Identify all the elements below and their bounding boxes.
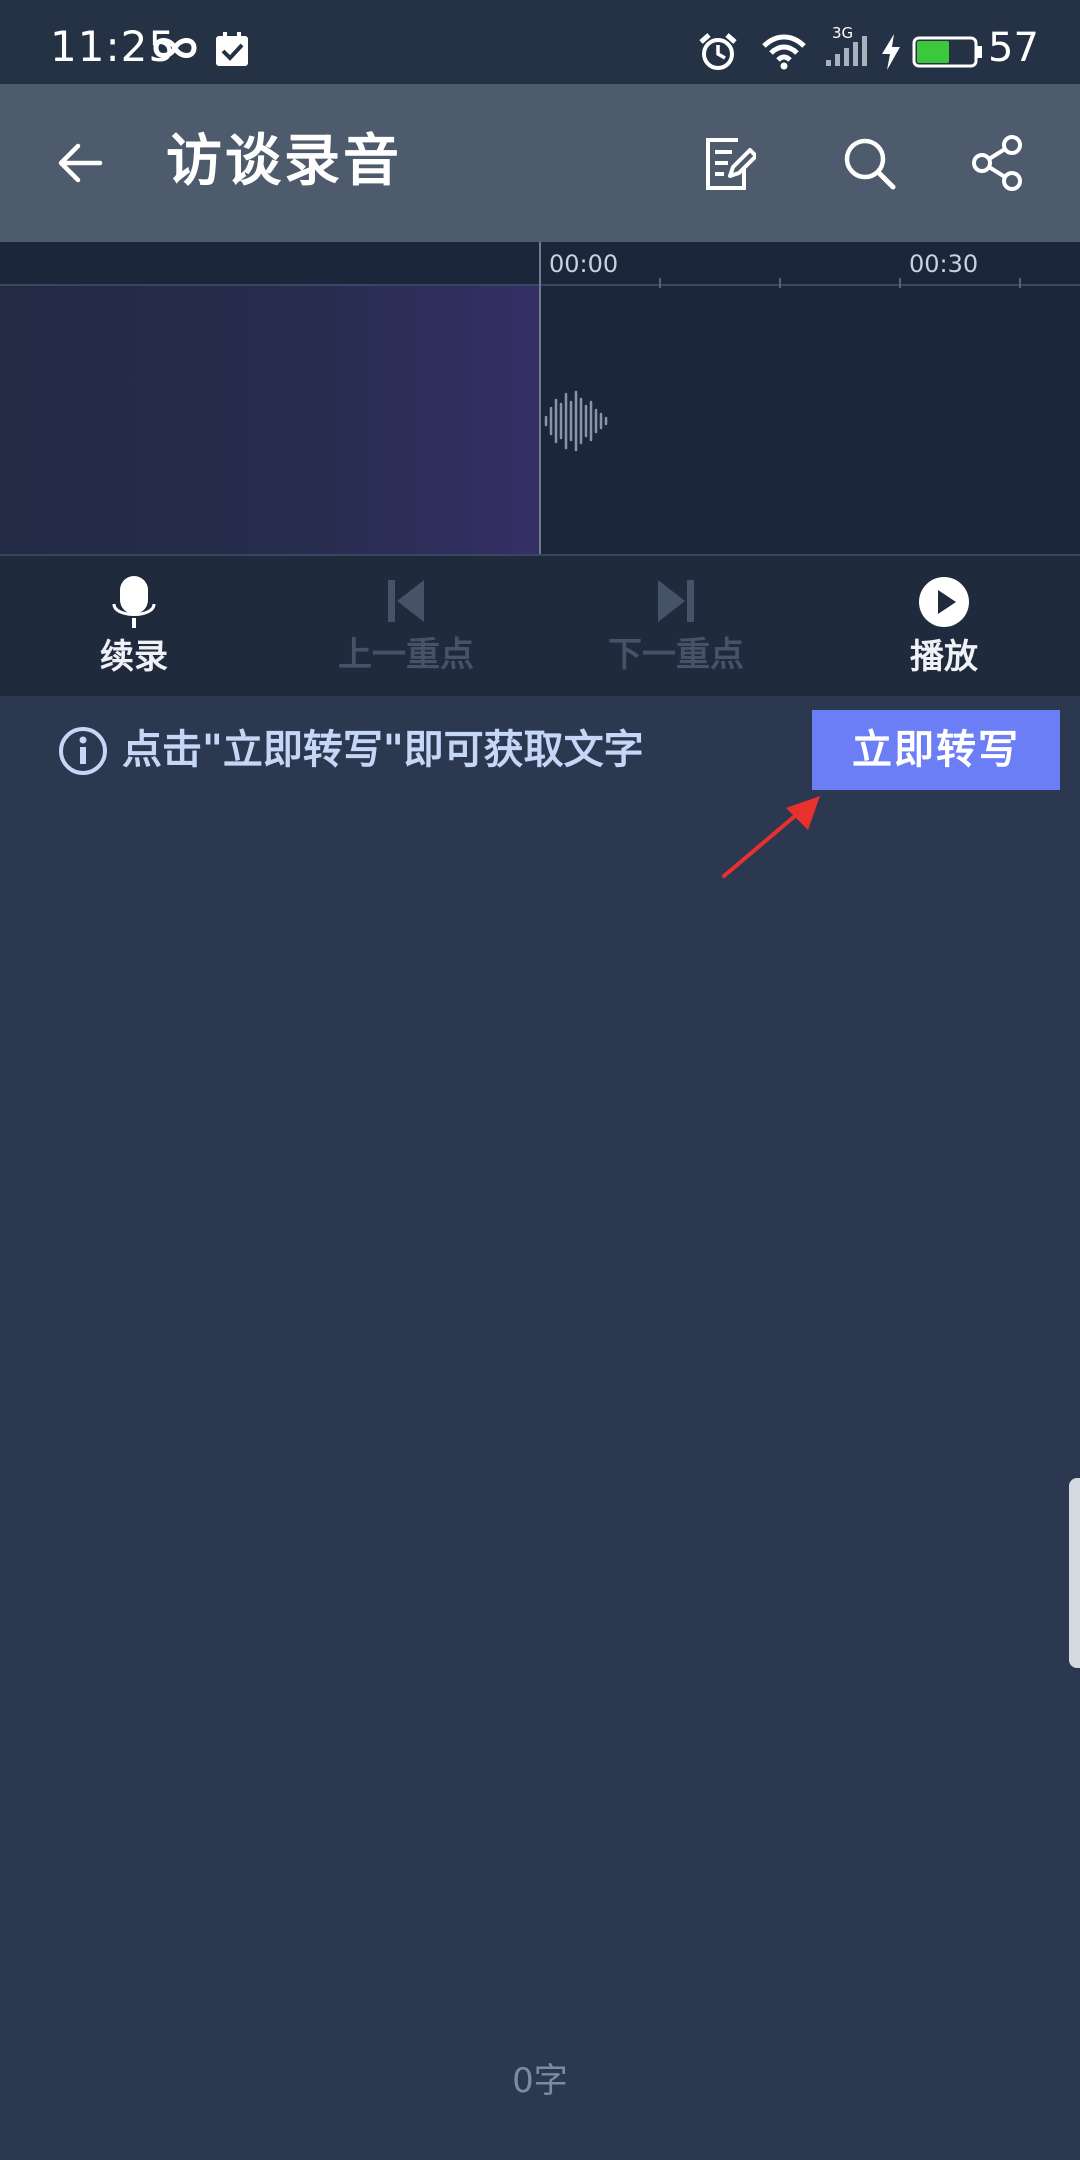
next-highlight-button[interactable]: 下一重点 bbox=[576, 576, 776, 686]
battery-icon bbox=[912, 36, 982, 68]
charging-bolt-icon bbox=[882, 34, 900, 70]
info-icon bbox=[59, 727, 107, 775]
app-bar: 访谈录音 bbox=[0, 84, 1080, 242]
audio-waveform bbox=[544, 390, 608, 452]
playhead[interactable] bbox=[539, 242, 541, 556]
edit-note-icon[interactable] bbox=[700, 136, 756, 192]
task-check-icon bbox=[216, 32, 248, 66]
transcribe-hint-text: 点击"立即转写"即可获取文字 bbox=[122, 727, 644, 773]
battery-level: 57 bbox=[988, 25, 1039, 71]
recorded-area bbox=[0, 286, 540, 556]
ruler-tick bbox=[659, 278, 661, 288]
time-mark-30s: 00:30 bbox=[909, 250, 979, 278]
page-title: 访谈录音 bbox=[166, 129, 402, 194]
record-button[interactable]: 续录 bbox=[34, 576, 234, 686]
wifi-icon bbox=[762, 34, 806, 70]
transcribe-now-button[interactable]: 立即转写 bbox=[812, 710, 1060, 790]
back-arrow-icon[interactable] bbox=[52, 134, 110, 192]
prev-highlight-button[interactable]: 上一重点 bbox=[306, 576, 506, 686]
word-count: 0字 bbox=[512, 2061, 568, 2101]
status-bar: 11:25 3G 57 bbox=[0, 0, 1080, 84]
play-button[interactable]: 播放 bbox=[844, 576, 1044, 686]
play-circle-icon bbox=[919, 577, 969, 627]
playback-controls: 续录 上一重点 下一重点 播放 bbox=[0, 556, 1080, 696]
scroll-handle[interactable] bbox=[1069, 1478, 1080, 1668]
alarm-icon bbox=[699, 33, 737, 70]
ruler-tick bbox=[1019, 278, 1021, 288]
recording-timeline[interactable]: 00:00 00:30 bbox=[0, 242, 1080, 556]
record-label: 续录 bbox=[100, 637, 168, 677]
prev-highlight-label: 上一重点 bbox=[338, 635, 474, 675]
ruler-tick bbox=[779, 278, 781, 288]
share-icon[interactable] bbox=[970, 134, 1026, 192]
signal-icon: 3G bbox=[824, 26, 870, 70]
time-mark-start: 00:00 bbox=[549, 250, 619, 278]
ruler-tick bbox=[899, 278, 901, 288]
microphone-icon bbox=[112, 576, 156, 628]
search-icon[interactable] bbox=[840, 134, 898, 192]
infinity-icon bbox=[153, 38, 197, 58]
skip-previous-icon bbox=[388, 580, 424, 622]
play-label: 播放 bbox=[910, 637, 978, 677]
annotation-arrow-icon bbox=[722, 796, 820, 878]
skip-next-icon bbox=[658, 580, 694, 622]
transcribe-hint-row: 点击"立即转写"即可获取文字 立即转写 bbox=[0, 696, 1080, 806]
next-highlight-label: 下一重点 bbox=[608, 635, 744, 675]
